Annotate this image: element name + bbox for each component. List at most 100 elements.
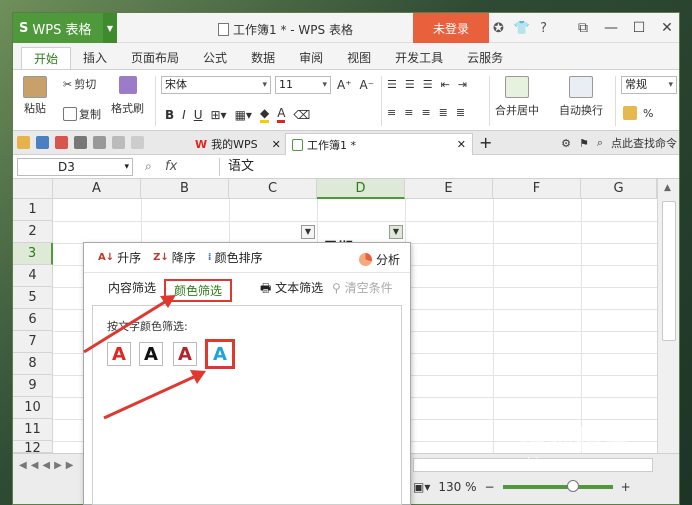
align-right-icon[interactable]: ≡ (421, 106, 430, 119)
fill-icon[interactable]: ▦▾ (235, 108, 252, 122)
distribute-icon[interactable]: ≣ (456, 106, 465, 119)
search-command-label[interactable]: 点此查找命令 (611, 135, 677, 151)
print-icon[interactable] (74, 136, 87, 149)
restore-window-icon[interactable]: ⧉ (569, 20, 597, 36)
column-header-selected[interactable]: D (317, 179, 405, 199)
tab-formulas[interactable]: 公式 (191, 47, 239, 69)
merge-center-button[interactable]: 合并居中 (495, 76, 539, 118)
search-icon[interactable]: ⌕ (597, 136, 603, 150)
zoom-slider[interactable] (502, 480, 613, 492)
cell-name-box[interactable]: D3 (17, 158, 133, 176)
currency-icon[interactable] (623, 106, 637, 120)
tab-my-wps[interactable]: W 我的WPS ✕ (189, 133, 287, 155)
feedback-icon[interactable]: ✪ (493, 21, 504, 36)
sheet-navigation[interactable]: ◀◀◀▶▶ (19, 460, 77, 471)
filter-dropdown-d2[interactable]: ▼ (389, 225, 403, 239)
tab-page-layout[interactable]: 页面布局 (119, 47, 191, 69)
save-icon[interactable] (36, 136, 49, 149)
row-header[interactable]: 1 (13, 199, 53, 221)
row-header-selected[interactable]: 3 (13, 243, 53, 265)
font-color-swatch-black[interactable]: A (139, 342, 163, 366)
new-tab-icon[interactable]: + (479, 133, 492, 152)
font-color-icon[interactable]: A (277, 106, 286, 123)
close-tab-icon[interactable]: ✕ (457, 138, 466, 151)
tab-content-filter[interactable]: 内容筛选 (108, 279, 156, 296)
increase-font-icon[interactable]: A⁺ (337, 78, 352, 92)
redo-icon[interactable] (131, 136, 144, 149)
font-color-swatch-blue[interactable]: A (205, 339, 235, 369)
align-bottom-icon[interactable]: ☰ (423, 78, 433, 91)
column-header[interactable]: C (229, 179, 317, 199)
tab-cloud[interactable]: 云服务 (455, 47, 515, 69)
sort-descending-button[interactable]: Z↓ 降序 (153, 249, 196, 266)
scroll-up-icon[interactable]: ▲ (664, 183, 671, 193)
open-folder-icon[interactable] (17, 136, 30, 149)
column-header[interactable]: G (581, 179, 657, 199)
tab-developer[interactable]: 开发工具 (383, 47, 455, 69)
zoom-search-icon[interactable]: ⌕ (145, 159, 152, 174)
font-size-select[interactable]: 11 (275, 76, 331, 94)
tab-workbook[interactable]: 工作簿1 * ✕ (285, 133, 473, 155)
indent-decrease-icon[interactable]: ⇤ (441, 78, 450, 91)
number-format-select[interactable]: 常规 (621, 76, 677, 94)
percent-button[interactable]: % (643, 107, 653, 120)
tab-home[interactable]: 开始 (21, 47, 72, 69)
wrap-text-button[interactable]: 自动换行 (559, 76, 603, 118)
row-header[interactable]: 2 (13, 221, 53, 243)
settings-icon[interactable]: ⚙ (561, 137, 571, 150)
tab-data[interactable]: 数据 (239, 47, 287, 69)
zoom-out-button[interactable]: − (485, 480, 495, 494)
font-name-select[interactable]: 宋体 (161, 76, 271, 94)
bold-icon[interactable]: B (165, 108, 174, 122)
chevron-down-icon[interactable]: ▼ (103, 13, 117, 43)
indent-increase-icon[interactable]: ⇥ (458, 78, 467, 91)
analyze-button[interactable]: 分析 (358, 251, 400, 268)
align-top-icon[interactable]: ☰ (387, 78, 397, 91)
login-button[interactable]: 未登录 (413, 13, 489, 43)
paste-button[interactable]: 粘贴 (23, 76, 47, 116)
maximize-button[interactable]: ☐ (625, 20, 653, 36)
close-button[interactable]: ✕ (653, 20, 679, 36)
page-view-icon[interactable]: ▣▾ (413, 480, 430, 494)
decrease-font-icon[interactable]: A⁻ (360, 78, 375, 92)
copy-button[interactable]: 复制 (63, 106, 101, 122)
help-icon[interactable]: ? (540, 21, 547, 36)
minimize-button[interactable]: — (597, 20, 625, 36)
scroll-thumb[interactable] (662, 201, 676, 341)
column-header[interactable]: F (493, 179, 581, 199)
column-header[interactable]: B (141, 179, 229, 199)
row-header[interactable]: 7 (13, 331, 53, 353)
print-preview-icon[interactable] (93, 136, 106, 149)
cut-button[interactable]: ✂ 剪切 (63, 76, 96, 92)
italic-icon[interactable]: I (182, 108, 186, 122)
row-header[interactable]: 9 (13, 375, 53, 397)
row-header[interactable]: 12 (13, 441, 53, 453)
column-header[interactable]: E (405, 179, 493, 199)
undo-icon[interactable] (112, 136, 125, 149)
sort-color-button[interactable]: ⁞ 颜色排序 (208, 249, 263, 266)
tab-review[interactable]: 审阅 (287, 47, 335, 69)
filter-dropdown-c2[interactable]: ▼ (301, 225, 315, 239)
font-color-swatch-darkred[interactable]: A (173, 342, 197, 366)
sort-ascending-button[interactable]: A↓ 升序 (98, 249, 141, 266)
border-icon[interactable]: ⊞▾ (211, 108, 227, 122)
row-header[interactable]: 6 (13, 309, 53, 331)
format-painter-button[interactable]: 格式刷 (111, 76, 144, 116)
zoom-in-button[interactable]: + (621, 480, 631, 494)
tab-color-filter[interactable]: 颜色筛选 (164, 279, 233, 302)
close-tab-icon[interactable]: ✕ (272, 138, 281, 151)
clear-conditions-button[interactable]: ⚲ 清空条件 (332, 279, 393, 296)
row-header[interactable]: 4 (13, 265, 53, 287)
font-color-swatch-red[interactable]: A (107, 342, 131, 366)
underline-icon[interactable]: U (194, 108, 203, 122)
justify-icon[interactable]: ≣ (439, 106, 448, 119)
tab-text-filter[interactable]: 🖶 文本筛选 (260, 279, 323, 300)
row-header[interactable]: 8 (13, 353, 53, 375)
fill-color-icon[interactable]: ◆ (259, 106, 270, 123)
flag-icon[interactable]: ⚑ (579, 137, 589, 150)
skin-icon[interactable]: 👕 (514, 21, 530, 36)
app-menu-button[interactable]: S WPS 表格 ▼ (13, 13, 117, 43)
vertical-scrollbar[interactable]: ▲ (657, 179, 679, 453)
align-center-icon[interactable]: ≡ (404, 106, 413, 119)
column-header[interactable]: A (53, 179, 141, 199)
